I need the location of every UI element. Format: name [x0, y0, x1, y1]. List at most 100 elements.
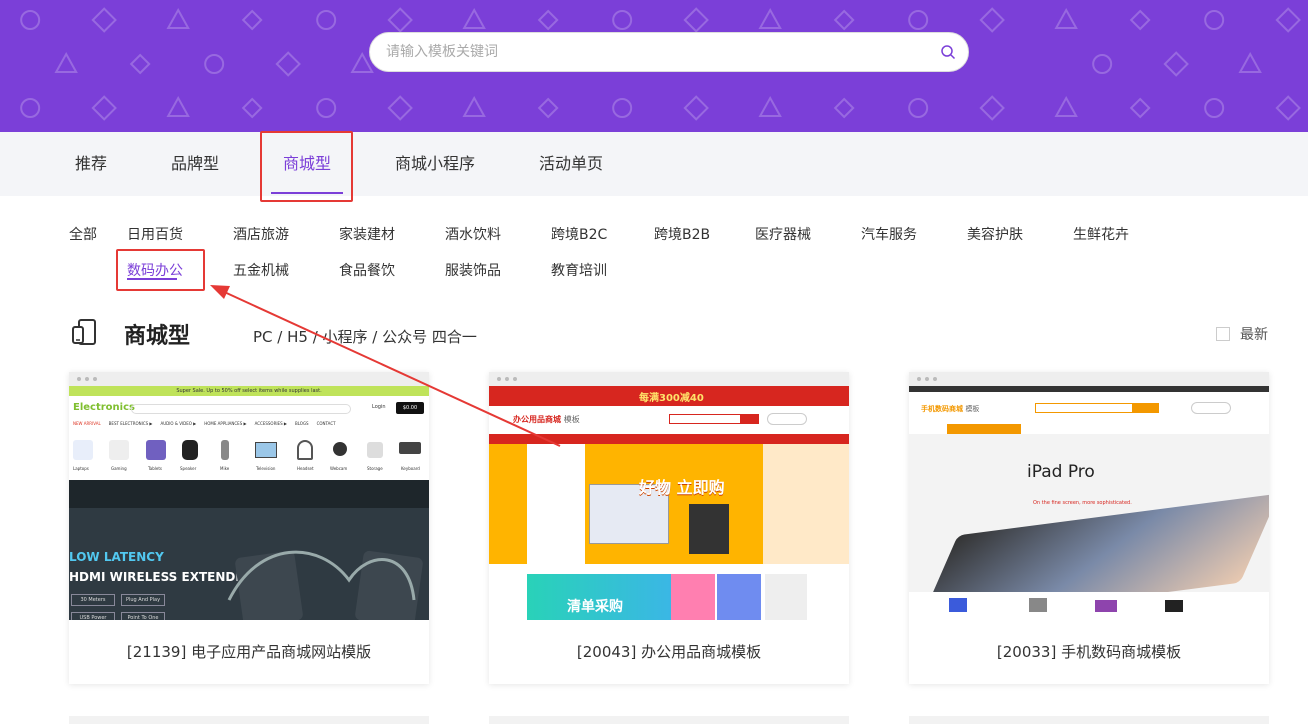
browser-chrome [909, 372, 1269, 386]
tab-brand[interactable]: 品牌型 [171, 132, 219, 196]
template-card[interactable]: 每满300减40 办公用品商城 模板 好物 立即购 清单采购 [20043] 办… [489, 372, 849, 684]
category-tabbar: 推荐 品牌型 商城型 商城小程序 活动单页 [0, 132, 1308, 196]
thumb-login: Login [372, 404, 386, 410]
banner-pattern-shape [979, 7, 1005, 33]
banner-pattern-shape [537, 97, 559, 119]
thumb-search [669, 414, 741, 424]
thumb-top-banner: 每满300减40 [489, 386, 849, 406]
banner-pattern-shape [241, 97, 263, 119]
banner-pattern-shape [833, 9, 855, 31]
category-hardware[interactable]: 五金机械 [233, 260, 289, 280]
category-hotel-travel[interactable]: 酒店旅游 [233, 224, 289, 244]
annotation-highlight-box [260, 131, 353, 202]
banner-pattern-shape [1275, 7, 1301, 33]
template-card[interactable]: 手机数码商城 模板 iPad Pro On the fine screen, m… [909, 372, 1269, 684]
banner-pattern-shape [979, 95, 1005, 121]
banner-pattern-shape [758, 7, 782, 29]
template-caption: [20043] 办公用品商城模板 [576, 643, 762, 661]
section-subtitle: PC / H5 / 小程序 / 公众号 四合一 [253, 328, 477, 346]
thumb-hero: LOW LATENCY HDMI WIRELESS EXTENDER 30 Me… [69, 480, 429, 620]
category-apparel[interactable]: 服装饰品 [445, 260, 501, 280]
thumb-nav [947, 424, 1021, 434]
tab-recommend[interactable]: 推荐 [75, 132, 107, 196]
banner-pattern-shape [1238, 51, 1262, 73]
banner-pattern-shape [833, 97, 855, 119]
template-thumbnail: 手机数码商城 模板 iPad Pro On the fine screen, m… [909, 372, 1269, 620]
banner-pattern-shape [20, 98, 41, 118]
category-beverages[interactable]: 酒水饮料 [445, 224, 501, 244]
tab-mall-miniprogram[interactable]: 商城小程序 [395, 132, 475, 196]
devices-icon [72, 319, 96, 345]
banner-pattern-shape [54, 51, 78, 73]
category-crossborder-b2c[interactable]: 跨境B2C [551, 224, 607, 244]
template-card[interactable]: Super Sale. Up to 50% off select items w… [69, 372, 429, 684]
category-crossborder-b2b[interactable]: 跨境B2B [654, 224, 710, 244]
category-all[interactable]: 全部 [69, 224, 97, 244]
banner-pattern-shape [1275, 95, 1301, 121]
template-card-next-row [489, 716, 849, 724]
banner-pattern-shape [908, 98, 929, 118]
thumb-search-button [741, 414, 759, 424]
banner-pattern-shape [537, 9, 559, 31]
banner-pattern-shape [462, 7, 486, 29]
banner-pattern-shape [612, 10, 633, 30]
banner-pattern-shape [91, 95, 117, 121]
thumb-nav [489, 434, 849, 444]
category-auto[interactable]: 汽车服务 [861, 224, 917, 244]
category-fresh-flowers[interactable]: 生鲜花卉 [1073, 224, 1129, 244]
category-home-building[interactable]: 家装建材 [339, 224, 395, 244]
banner-pattern-shape [20, 10, 41, 30]
thumb-search [1035, 403, 1133, 413]
thumb-nav: NEW ARRIVAL BEST ELECTRONICS ▶ AUDIO & VID… [73, 421, 336, 426]
banner-pattern-shape [758, 95, 782, 117]
thumb-hero: 好物 立即购 [489, 444, 849, 564]
template-caption: [20033] 手机数码商城模板 [996, 643, 1182, 661]
category-food[interactable]: 食品餐饮 [339, 260, 395, 280]
thumb-logo: Electronics [73, 402, 135, 413]
tab-event-page[interactable]: 活动单页 [539, 132, 603, 196]
newest-label: 最新 [1240, 327, 1268, 343]
section-title: 商城型 [124, 324, 191, 349]
thumb-promo-bar: Super Sale. Up to 50% off select items w… [69, 386, 429, 396]
template-thumbnail: Super Sale. Up to 50% off select items w… [69, 372, 429, 620]
category-daily-goods[interactable]: 日用百货 [127, 224, 183, 244]
thumb-search-button [1133, 403, 1159, 413]
banner-pattern-shape [1092, 54, 1113, 74]
banner-pattern-shape [1204, 98, 1225, 118]
thumb-cart [767, 413, 807, 425]
banner-pattern-shape [166, 7, 190, 29]
thumb-logo: 手机数码商城 模板 [921, 405, 980, 413]
banner-pattern-shape [1129, 97, 1151, 119]
category-medical[interactable]: 医疗器械 [755, 224, 811, 244]
banner-pattern-shape [683, 95, 709, 121]
banner-pattern-shape [462, 95, 486, 117]
annotation-highlight-box [116, 249, 205, 291]
banner-pattern-shape [612, 98, 633, 118]
banner-pattern-shape [1204, 10, 1225, 30]
thumb-search [131, 404, 351, 414]
banner-pattern-shape [316, 98, 337, 118]
search-icon[interactable] [940, 44, 956, 60]
category-beauty[interactable]: 美容护肤 [967, 224, 1023, 244]
search-input[interactable] [386, 33, 926, 71]
banner-pattern-shape [316, 10, 337, 30]
banner-pattern-shape [1129, 9, 1151, 31]
newest-checkbox[interactable] [1216, 327, 1230, 341]
thumb-cart: $0.00 [396, 402, 424, 414]
banner-pattern-shape [275, 51, 301, 77]
browser-chrome [69, 372, 429, 386]
newest-filter[interactable]: 最新 [1216, 324, 1268, 344]
banner-pattern-shape [387, 95, 413, 121]
banner-pattern-shape [1054, 95, 1078, 117]
thumb-category-row: Laptops Gaming Tablets Speaker Mike Tele… [69, 434, 429, 480]
thumb-logo: 办公用品商城 模板 [513, 415, 580, 424]
search-bar [369, 32, 969, 72]
category-education[interactable]: 教育培训 [551, 260, 607, 280]
template-caption: [21139] 电子应用产品商城网站模版 [126, 643, 372, 661]
template-card-next-row [909, 716, 1269, 724]
banner-pattern-shape [129, 53, 151, 75]
banner-pattern-shape [387, 7, 413, 33]
template-thumbnail: 每满300减40 办公用品商城 模板 好物 立即购 清单采购 [489, 372, 849, 620]
banner-pattern-shape [204, 54, 225, 74]
banner-pattern-shape [908, 10, 929, 30]
